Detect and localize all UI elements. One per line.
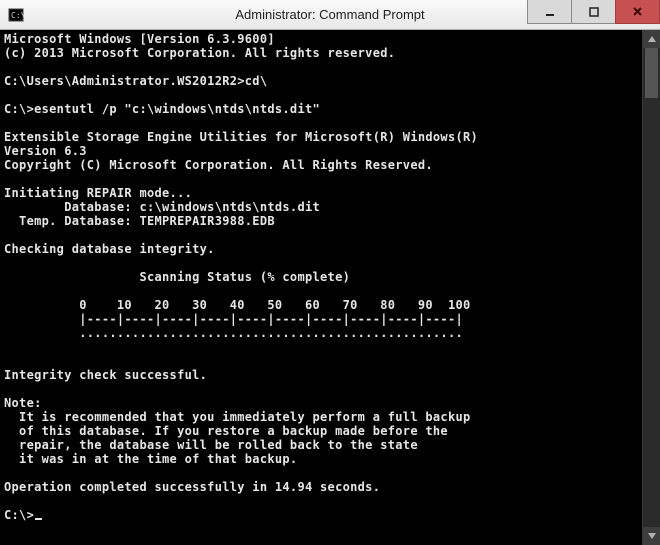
line: It is recommended that you immediately p… <box>4 410 471 424</box>
line: Checking database integrity. <box>4 242 215 256</box>
scroll-down-button[interactable] <box>643 527 660 545</box>
line: ........................................… <box>4 326 463 340</box>
line: Microsoft Windows [Version 6.3.9600] <box>4 32 275 46</box>
line: Note: <box>4 396 42 410</box>
line: repair, the database will be rolled back… <box>4 438 418 452</box>
maximize-button[interactable] <box>571 0 616 24</box>
line: 0 10 20 30 40 50 60 70 80 90 100 <box>4 298 471 312</box>
line: Copyright (C) Microsoft Corporation. All… <box>4 158 433 172</box>
line: Operation completed successfully in 14.9… <box>4 480 380 494</box>
scroll-up-button[interactable] <box>643 30 660 48</box>
console-output[interactable]: Microsoft Windows [Version 6.3.9600] (c)… <box>0 30 642 545</box>
line: Database: c:\windows\ntds\ntds.dit <box>4 200 320 214</box>
line: of this database. If you restore a backu… <box>4 424 448 438</box>
prompt-line: C:\>esentutl /p "c:\windows\ntds\ntds.di… <box>4 102 320 116</box>
line: Integrity check successful. <box>4 368 207 382</box>
line: |----|----|----|----|----|----|----|----… <box>4 312 463 326</box>
prompt-line: C:\Users\Administrator.WS2012R2>cd\ <box>4 74 267 88</box>
cmd-icon: C:\ <box>8 7 24 23</box>
scrollbar-track[interactable] <box>643 48 660 527</box>
line: Extensible Storage Engine Utilities for … <box>4 130 478 144</box>
window-controls <box>528 0 660 29</box>
vertical-scrollbar[interactable] <box>642 30 660 545</box>
line: (c) 2013 Microsoft Corporation. All righ… <box>4 46 395 60</box>
line: it was in at the time of that backup. <box>4 452 297 466</box>
svg-text:C:\: C:\ <box>11 11 24 20</box>
minimize-button[interactable] <box>527 0 572 24</box>
prompt-line: C:\> <box>4 508 34 522</box>
line: Initiating REPAIR mode... <box>4 186 192 200</box>
close-button[interactable] <box>615 0 660 24</box>
line: Version 6.3 <box>4 144 87 158</box>
line: Scanning Status (% complete) <box>4 270 350 284</box>
console-area: Microsoft Windows [Version 6.3.9600] (c)… <box>0 30 660 545</box>
line: Temp. Database: TEMPREPAIR3988.EDB <box>4 214 275 228</box>
titlebar[interactable]: C:\ Administrator: Command Prompt <box>0 0 660 30</box>
cursor <box>35 518 42 520</box>
scrollbar-thumb[interactable] <box>645 48 658 98</box>
